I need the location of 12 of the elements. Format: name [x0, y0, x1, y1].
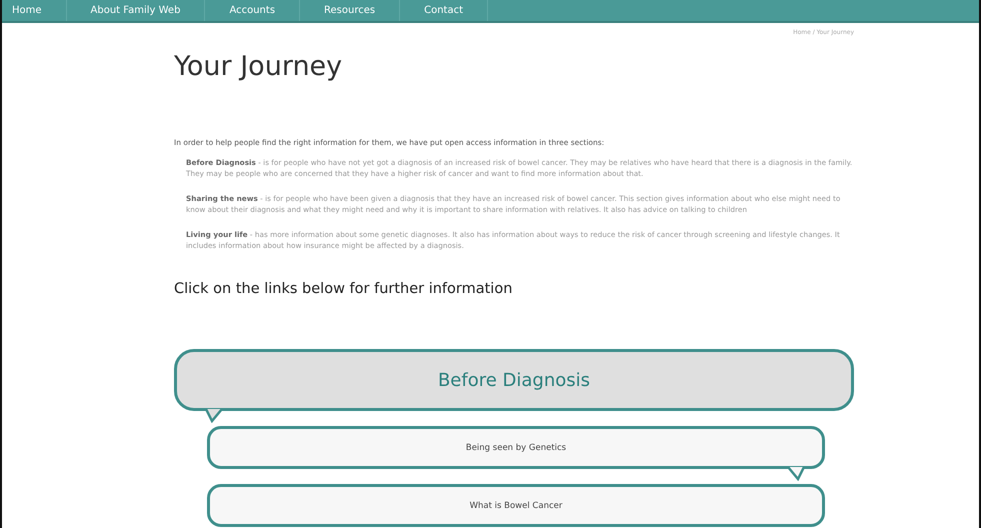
link-button[interactable]: Being seen by Genetics [207, 426, 825, 469]
section-button[interactable]: Before Diagnosis [174, 349, 854, 411]
nav-link[interactable]: About Family Web [66, 0, 206, 21]
link-button[interactable]: What is Bowel Cancer [207, 484, 825, 527]
nav-link[interactable]: Home [2, 0, 67, 21]
speech-tail [204, 409, 224, 423]
links-heading: Click on the links below for further information [174, 281, 514, 297]
speech-tail [786, 467, 806, 481]
nav-link[interactable]: Contact [400, 0, 488, 21]
nav-link[interactable]: Accounts [205, 0, 300, 21]
nav-link[interactable]: Resources [300, 0, 400, 21]
page-title: Your Journey [174, 50, 342, 82]
